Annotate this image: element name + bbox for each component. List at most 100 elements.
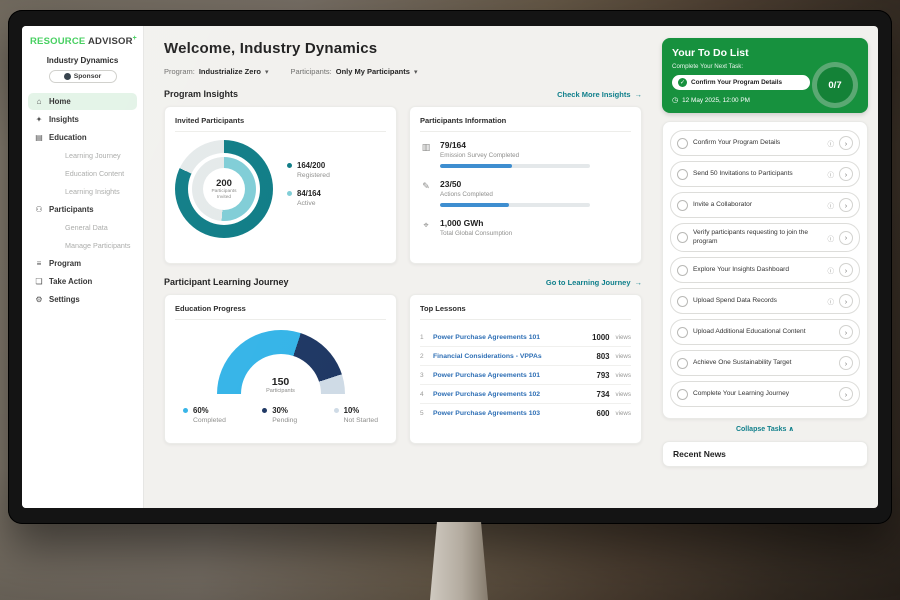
sidebar-nav: ⌂ Home ✦ Insights ▤ Education xyxy=(28,93,137,308)
lesson-link[interactable]: Financial Considerations - VPPAs xyxy=(433,353,591,360)
task-label: Upload Spend Data Records xyxy=(693,297,823,306)
chevron-right-icon[interactable]: › xyxy=(839,136,853,150)
todo-progress-value: 0/7 xyxy=(828,80,841,91)
legend-label: Registered xyxy=(297,172,330,179)
task-row[interactable]: Invite a Collaborator ⓘ › xyxy=(670,192,860,218)
lesson-row: 4 Power Purchase Agreements 102 734 view… xyxy=(420,385,631,404)
task-checkbox[interactable] xyxy=(677,265,688,276)
lesson-row: 5 Power Purchase Agreements 103 600 view… xyxy=(420,404,631,422)
learning-journey-title: Participant Learning Journey xyxy=(164,277,289,287)
sidebar-item[interactable]: ≡ Program xyxy=(28,255,137,272)
legend-value: 164/200 xyxy=(297,161,325,170)
lesson-views-word: views xyxy=(616,391,631,398)
legend-dot-icon xyxy=(183,408,188,413)
task-row[interactable]: Verify participants requesting to join t… xyxy=(670,223,860,252)
task-row[interactable]: Send 50 Invitations to Participants ⓘ › xyxy=(670,161,860,187)
top-lessons-card: Top Lessons 1 Power Purchase Agreements … xyxy=(409,294,642,444)
sidebar-item[interactable]: ❏ Take Action xyxy=(28,273,137,290)
chevron-right-icon[interactable]: › xyxy=(839,356,853,370)
legend-dot-icon xyxy=(334,408,339,413)
arrow-right-icon: → xyxy=(635,90,643,99)
task-row[interactable]: Confirm Your Program Details ⓘ › xyxy=(670,130,860,156)
info-row-icon: ▥ xyxy=(420,140,432,168)
chevron-right-icon[interactable]: › xyxy=(839,387,853,401)
sidebar-item[interactable]: Learning Insights xyxy=(28,183,137,200)
task-row[interactable]: Upload Spend Data Records ⓘ › xyxy=(670,288,860,314)
legend-value: 84/164 xyxy=(297,189,321,198)
go-to-learning-journey-link[interactable]: Go to Learning Journey → xyxy=(546,278,642,287)
sidebar-item-label: Learning Insights xyxy=(65,187,120,196)
sidebar-item-label: Settings xyxy=(49,295,80,304)
lesson-row: 1 Power Purchase Agreements 101 1000 vie… xyxy=(420,328,631,347)
program-select-label: Program: xyxy=(164,67,195,76)
lesson-views-count: 600 xyxy=(597,409,610,418)
recent-news-title: Recent News xyxy=(673,449,726,459)
task-checkbox[interactable] xyxy=(677,296,688,307)
check-more-insights-label: Check More Insights xyxy=(557,90,630,99)
check-icon: ✓ xyxy=(678,78,687,87)
legend-item: 164/200 Registered xyxy=(287,161,330,179)
lesson-link[interactable]: Power Purchase Agreements 103 xyxy=(433,410,591,417)
task-row[interactable]: Explore Your Insights Dashboard ⓘ › xyxy=(670,257,860,283)
org-name: Industry Dynamics xyxy=(28,56,137,65)
learning-journey-header: Participant Learning Journey Go to Learn… xyxy=(164,277,642,287)
lesson-link[interactable]: Power Purchase Agreements 101 xyxy=(433,334,586,341)
task-row[interactable]: Complete Your Learning Journey ⓘ › xyxy=(670,381,860,407)
donut-center-value: 200 xyxy=(216,178,232,189)
chevron-down-icon: ▾ xyxy=(414,68,418,76)
legend-value: 60% xyxy=(193,406,209,415)
task-checkbox[interactable] xyxy=(677,232,688,243)
chevron-right-icon[interactable]: › xyxy=(839,263,853,277)
task-checkbox[interactable] xyxy=(677,389,688,400)
sponsor-badge: Sponsor xyxy=(49,70,117,83)
task-checkbox[interactable] xyxy=(677,169,688,180)
collapse-tasks-link[interactable]: Collapse Tasks ∧ xyxy=(662,425,868,433)
sidebar-item[interactable]: ▤ Education xyxy=(28,129,137,146)
participants-select[interactable]: Participants: Only My Participants ▾ xyxy=(290,67,417,76)
task-checkbox[interactable] xyxy=(677,138,688,149)
sidebar-item[interactable]: Education Content xyxy=(28,165,137,182)
legend-label: Pending xyxy=(272,417,297,424)
lesson-views-word: views xyxy=(616,410,631,417)
sidebar-item[interactable]: ⌂ Home xyxy=(28,93,137,110)
info-row-body: 1,000 GWh Total Global Consumption xyxy=(440,218,512,237)
task-checkbox[interactable] xyxy=(677,200,688,211)
info-row-body: 23/50 Actions Completed xyxy=(440,179,590,207)
lesson-views-count: 734 xyxy=(597,390,610,399)
sidebar-item[interactable]: ⚙ Settings xyxy=(28,291,137,308)
task-label: Upload Additional Educational Content xyxy=(693,328,823,337)
chevron-right-icon[interactable]: › xyxy=(839,167,853,181)
todo-title: Your To Do List xyxy=(672,47,858,59)
recent-news-header[interactable]: Recent News xyxy=(662,441,868,467)
check-more-insights-link[interactable]: Check More Insights → xyxy=(557,90,642,99)
sidebar-item[interactable]: Learning Journey xyxy=(28,147,137,164)
todo-panel: Your To Do List Complete Your Next Task:… xyxy=(662,38,868,467)
sidebar-item[interactable]: General Data xyxy=(28,219,137,236)
lesson-link[interactable]: Power Purchase Agreements 102 xyxy=(433,391,591,398)
nav-item-icon: ❏ xyxy=(34,277,44,286)
program-select[interactable]: Program: Industrialize Zero ▾ xyxy=(164,67,268,76)
lesson-rank: 1 xyxy=(420,334,427,341)
info-icon: ⓘ xyxy=(828,233,835,243)
task-checkbox[interactable] xyxy=(677,327,688,338)
clock-icon: ◷ xyxy=(672,96,678,104)
sidebar-item[interactable]: ✦ Insights xyxy=(28,111,137,128)
program-insights-cards: Invited Participants 200 Participants In… xyxy=(164,106,642,264)
info-row-label: Emission Survey Completed xyxy=(440,152,590,159)
sidebar-item[interactable]: Manage Participants xyxy=(28,237,137,254)
task-row[interactable]: Achieve One Sustainability Target ⓘ › xyxy=(670,350,860,376)
dashboard-screen: RESOURCE ADVISOR+ Industry Dynamics Spon… xyxy=(22,26,878,508)
chevron-right-icon[interactable]: › xyxy=(839,294,853,308)
chevron-right-icon[interactable]: › xyxy=(839,231,853,245)
chevron-right-icon[interactable]: › xyxy=(839,325,853,339)
page-title: Welcome, Industry Dynamics xyxy=(164,40,642,57)
chevron-right-icon[interactable]: › xyxy=(839,198,853,212)
next-task-pill[interactable]: ✓ Confirm Your Program Details xyxy=(672,75,810,90)
task-row[interactable]: Upload Additional Educational Content ⓘ … xyxy=(670,319,860,345)
progress-bar xyxy=(440,203,590,207)
sidebar-item-label: Take Action xyxy=(49,277,92,286)
sidebar-item[interactable]: ⚇ Participants xyxy=(28,201,137,218)
chevron-up-icon: ∧ xyxy=(788,426,794,433)
lesson-link[interactable]: Power Purchase Agreements 101 xyxy=(433,372,591,379)
task-checkbox[interactable] xyxy=(677,358,688,369)
